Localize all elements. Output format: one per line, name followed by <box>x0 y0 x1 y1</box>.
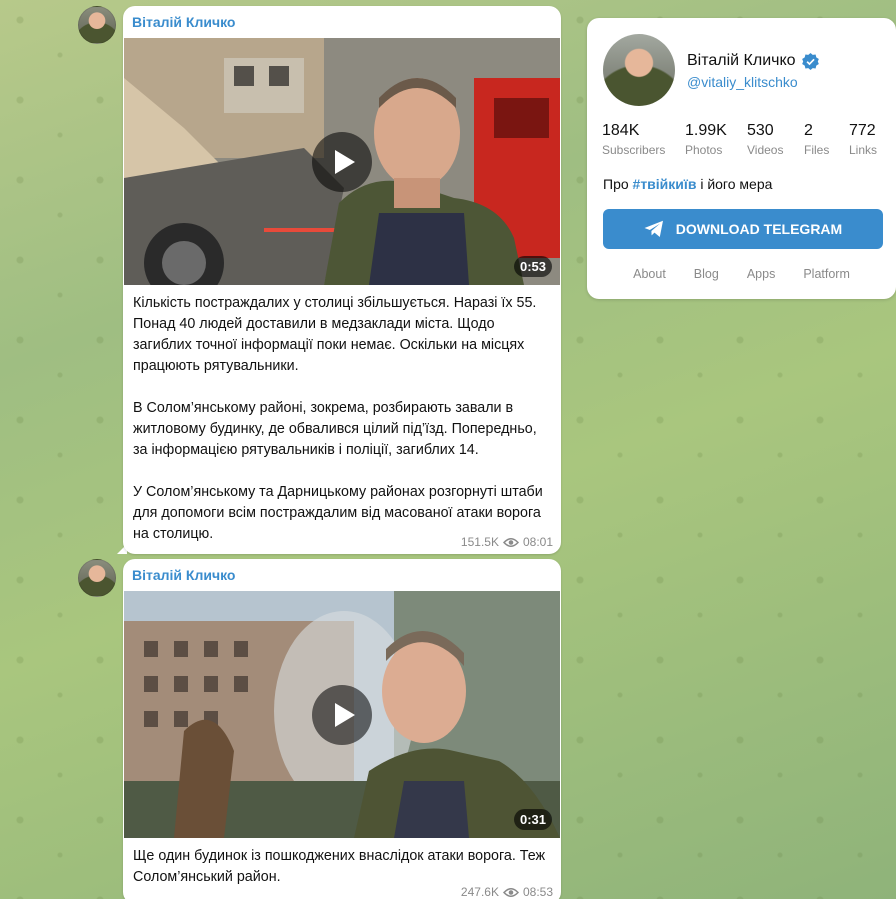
stat-subscribers[interactable]: 184K Subscribers <box>602 122 685 157</box>
footer-link-platform[interactable]: Platform <box>803 267 850 281</box>
view-count: 151.5K <box>460 535 499 549</box>
about-suffix: і його мера <box>700 176 773 192</box>
stat-value: 772 <box>849 122 876 139</box>
channel-info-panel: Віталій Кличко @vitaliy_klitschko 184K S… <box>587 18 896 299</box>
message-bubble: Віталій Кличко <box>123 6 561 554</box>
view-count: 247.6K <box>460 885 499 899</box>
message-paragraph: В Солом’янському районі, зокрема, розбир… <box>133 400 537 458</box>
channel-name: Віталій Кличко <box>687 52 819 70</box>
stat-label: Photos <box>685 143 723 157</box>
stat-label: Subscribers <box>602 143 666 157</box>
stat-value: 530 <box>747 122 774 139</box>
channel-stats: 184K Subscribers 1.99K Photos 530 Videos… <box>602 122 889 157</box>
author-name[interactable]: Віталій Кличко <box>123 559 561 591</box>
author-name[interactable]: Віталій Кличко <box>123 6 561 38</box>
telegram-plane-icon <box>644 220 663 237</box>
video-thumbnail[interactable]: 0:31 <box>124 591 560 838</box>
stat-photos[interactable]: 1.99K Photos <box>685 122 747 157</box>
stat-label: Files <box>804 143 830 157</box>
message-meta: 151.5K 08:01 <box>461 535 553 549</box>
message-paragraph: Кількість постраждалих у столиці збільшу… <box>133 295 537 374</box>
channel-description: Про #твійкиїв і його мера <box>603 176 772 192</box>
download-telegram-button[interactable]: DOWNLOAD TELEGRAM <box>603 209 883 249</box>
message-bubble: Віталій Кличко <box>123 559 561 899</box>
message-meta: 247.6K 08:53 <box>461 885 553 899</box>
play-button[interactable] <box>312 131 372 192</box>
channel-handle[interactable]: @vitaliy_klitschko <box>687 74 798 90</box>
video-duration: 0:31 <box>513 809 552 830</box>
stat-label: Links <box>849 143 878 157</box>
eye-icon <box>502 887 519 897</box>
download-label: DOWNLOAD TELEGRAM <box>675 221 843 237</box>
footer-links: About Blog Apps Platform <box>587 267 896 281</box>
verified-badge-icon <box>801 52 819 70</box>
video-thumbnail[interactable]: 0:53 <box>124 38 560 285</box>
about-prefix: Про <box>603 176 629 192</box>
play-button[interactable] <box>312 684 372 745</box>
stat-links[interactable]: 772 Links <box>849 122 889 157</box>
video-duration: 0:53 <box>513 256 552 277</box>
post-time: 08:01 <box>522 535 553 549</box>
footer-link-apps[interactable]: Apps <box>747 267 776 281</box>
stat-value: 2 <box>804 122 813 139</box>
author-avatar[interactable] <box>78 559 116 597</box>
footer-link-blog[interactable]: Blog <box>694 267 719 281</box>
channel-name-text: Віталій Кличко <box>687 52 796 69</box>
stat-value: 184K <box>602 122 640 139</box>
stat-label: Videos <box>747 143 784 157</box>
message-text: Ще один будинок із пошкоджених внаслідок… <box>123 838 561 888</box>
hashtag-link[interactable]: #твійкиїв <box>633 176 697 192</box>
stat-files[interactable]: 2 Files <box>804 122 849 157</box>
stat-videos[interactable]: 530 Videos <box>747 122 804 157</box>
message-paragraph: Ще один будинок із пошкоджених внаслідок… <box>133 848 546 885</box>
post-time: 08:53 <box>522 885 553 899</box>
message-text: Кількість постраждалих у столиці збільшу… <box>123 285 561 545</box>
eye-icon <box>502 537 519 547</box>
channel-avatar[interactable] <box>603 34 675 106</box>
author-avatar[interactable] <box>78 6 116 44</box>
stat-value: 1.99K <box>685 122 727 139</box>
footer-link-about[interactable]: About <box>633 267 666 281</box>
